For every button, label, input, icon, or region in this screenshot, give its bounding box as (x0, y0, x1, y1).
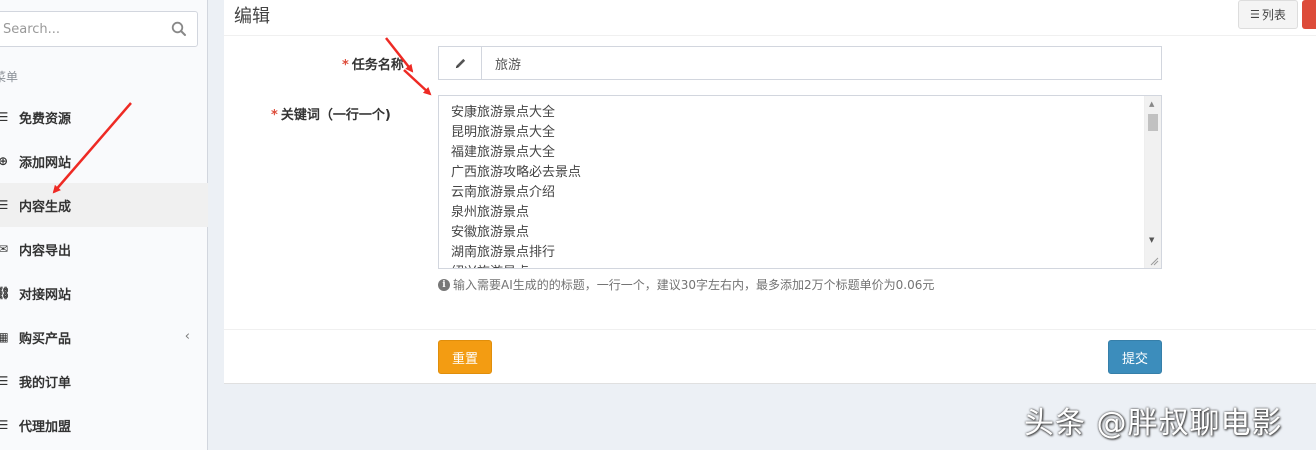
keyword-line: 广西旅游攻略必去景点 (451, 165, 582, 180)
sidebar-item-content-generation[interactable]: ☰ 内容生成 (0, 183, 208, 227)
keyword-line: 泉州旅游景点 (451, 205, 530, 220)
scroll-down-icon[interactable]: ▼ (1149, 236, 1154, 244)
list-icon: ☰ (0, 374, 9, 388)
keywords-list: 安康旅游景点大全 昆明旅游景点大全 福建旅游景点大全广西旅游攻略必去景点 云南旅游景点… (451, 103, 582, 268)
keyword-line: 安徽旅游景点 (451, 225, 530, 240)
keyword-line: 安康旅游景点大全 (451, 105, 556, 120)
keyword-line: 福建旅游景点大全 (451, 145, 556, 160)
list-icon: ☰ (0, 198, 9, 212)
sidebar-item-buy-products[interactable]: ▦ 购买产品 ‹ (0, 315, 208, 359)
search-icon[interactable] (171, 21, 187, 37)
resize-grip-icon[interactable] (1149, 256, 1159, 266)
sidebar-item-label: 对接网站 (19, 287, 72, 303)
sidebar-item-label: 添加网站 (19, 155, 72, 171)
sidebar-item-content-export[interactable]: ✉ 内容导出 (0, 227, 208, 271)
sidebar-item-add-site[interactable]: ⊕ 添加网站 (0, 139, 208, 183)
chevron-left-icon: ‹ (184, 329, 190, 344)
keyword-line: 云南旅游景点介绍 (451, 185, 556, 200)
required-mark: * (271, 108, 278, 123)
search-input[interactable] (0, 12, 157, 46)
share-nodes-icon: ⛓ (0, 286, 11, 300)
list-icon: ☰ (1250, 8, 1260, 21)
list-icon: ☰ (0, 110, 9, 124)
scroll-up-icon[interactable]: ▲ (1149, 100, 1154, 108)
textarea-scrollbar[interactable]: ▲ ▼ (1144, 96, 1161, 268)
keywords-label: * 关键词（一行一个) (271, 108, 391, 123)
task-name-label: * 任务名称 (342, 58, 404, 73)
sidebar-item-label: 内容生成 (19, 199, 72, 215)
page-title: 编辑 (234, 6, 270, 27)
sidebar-item-label: 代理加盟 (19, 419, 72, 435)
keyword-line: 湖南旅游景点排行 (451, 245, 556, 260)
sidebar-item-label: 购买产品 (19, 331, 72, 347)
form-divider (224, 329, 1316, 330)
content-header: 编辑 ☰ 列表 (224, 0, 1316, 36)
sidebar-item-free-resources[interactable]: ☰ 免费资源 (0, 95, 208, 139)
scroll-thumb[interactable] (1148, 114, 1158, 131)
keywords-help-text: i 输入需要AI生成的的标题，一行一个，建议30字左右内，最多添加2万个标题单价… (438, 276, 934, 293)
task-name-group (438, 46, 1162, 80)
search-box (0, 11, 198, 47)
edit-form: *任务名称 *关键词（一行一个) 安康旅游景点大全昆明旅游景点大全福建旅游景点大… (224, 36, 1316, 384)
sidebar-menu: ☰ 免费资源 ⊕ 添加网站 ☰ 内容生成 ✉ 内容导出 ⛓ 对接网站 ▦ 购买产… (0, 95, 208, 447)
keyword-line: 昆明旅游景点大全 (451, 125, 556, 140)
required-mark: * (342, 58, 349, 73)
list-button[interactable]: ☰ 列表 (1238, 0, 1298, 29)
watermark: 头条 @胖叔聊电影 (1024, 406, 1283, 441)
envelope-icon: ✉ (0, 242, 9, 256)
list-button-label: 列表 (1261, 8, 1286, 22)
sidebar-item-connect-site[interactable]: ⛓ 对接网站 (0, 271, 208, 315)
reset-button[interactable]: 重置 (438, 340, 492, 374)
keyword-line: 绍兴旅游景点 (451, 263, 581, 268)
sidebar-item-agent-join[interactable]: ☰ 代理加盟 (0, 403, 208, 447)
menu-header: 菜单 (0, 70, 19, 84)
calendar-icon: ▦ (0, 330, 9, 344)
sidebar-item-label: 内容导出 (19, 243, 72, 259)
keywords-textarea[interactable]: 安康旅游景点大全 昆明旅游景点大全 福建旅游景点大全广西旅游攻略必去景点 云南旅游景点… (438, 95, 1162, 269)
sidebar-item-label: 我的订单 (19, 375, 72, 391)
task-name-input[interactable] (483, 47, 1161, 79)
info-icon: i (438, 278, 450, 291)
delete-button[interactable] (1302, 0, 1316, 29)
plus-circle-icon: ⊕ (0, 154, 9, 168)
sidebar-item-my-orders[interactable]: ☰ 我的订单 (0, 359, 208, 403)
pencil-icon (439, 47, 482, 79)
sidebar: 菜单 ☰ 免费资源 ⊕ 添加网站 ☰ 内容生成 ✉ 内容导出 ⛓ 对接网站 ▦ … (0, 0, 208, 450)
submit-button[interactable]: 提交 (1108, 340, 1162, 374)
sidebar-item-label: 免费资源 (19, 111, 72, 127)
list-icon: ☰ (0, 418, 9, 432)
